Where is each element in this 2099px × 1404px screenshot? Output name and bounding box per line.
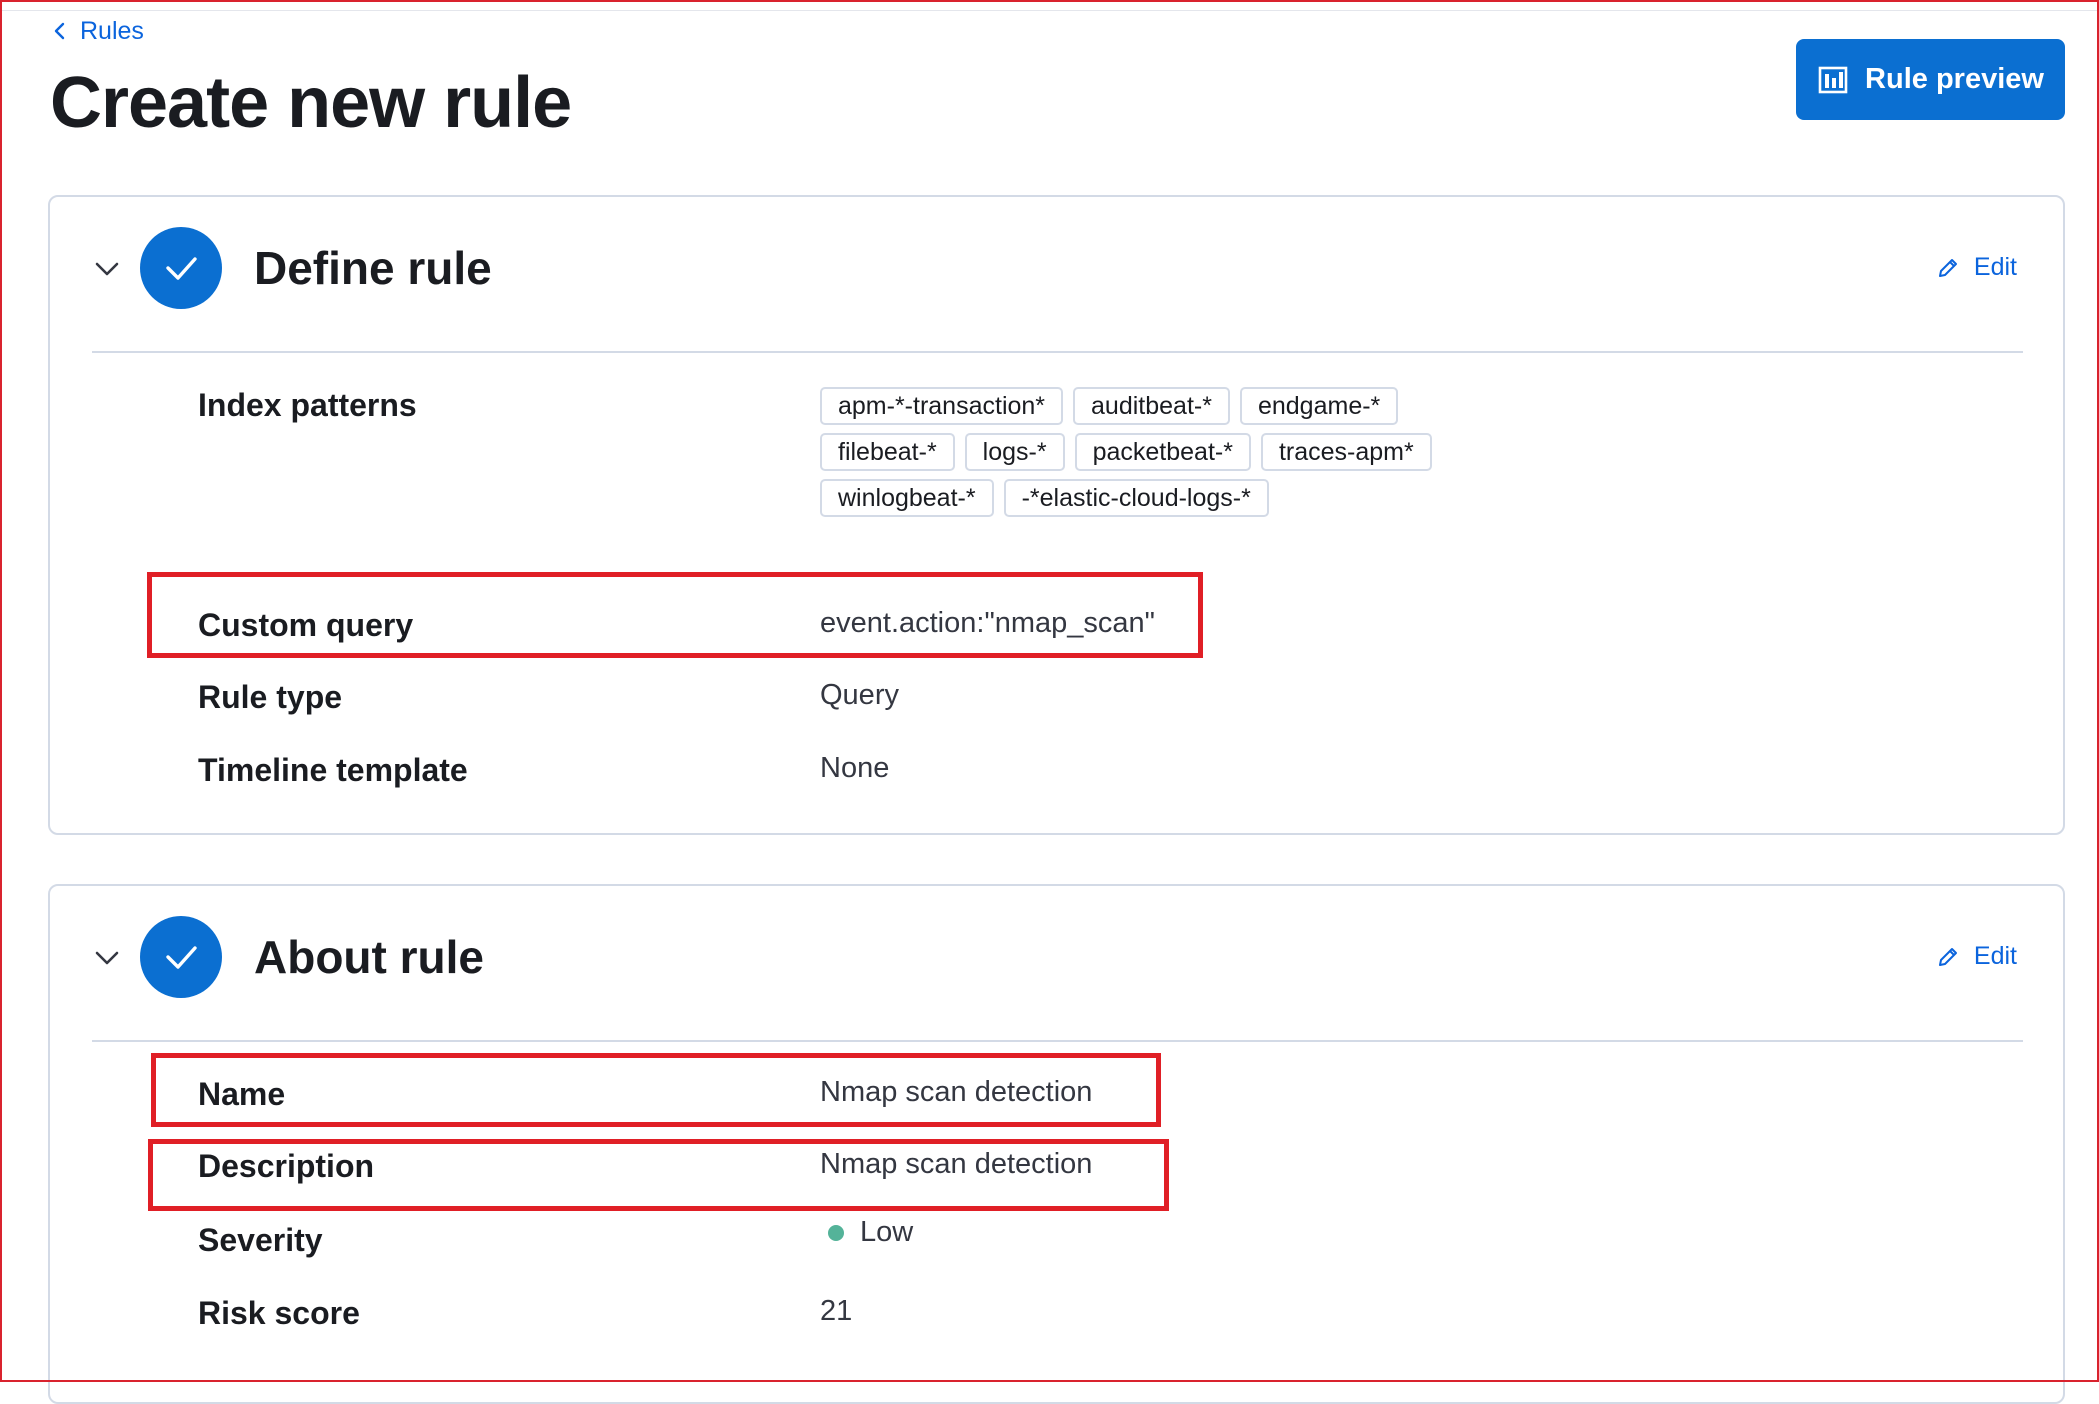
define-rule-title: Define rule: [254, 242, 492, 294]
custom-query-row: Custom query event.action:"nmap_scan": [198, 607, 2023, 647]
define-rule-panel: Define rule Edit Index patterns apm-*-tr…: [48, 195, 2065, 835]
step-complete-indicator: [140, 916, 222, 998]
edit-label: Edit: [1973, 253, 2017, 281]
index-pattern-badge: traces-apm*: [1260, 433, 1432, 471]
index-pattern-badge: filebeat-*: [820, 433, 955, 471]
timeline-template-row: Timeline template None: [198, 752, 2023, 792]
index-patterns-list: apm-*-transaction* auditbeat-* endgame-*…: [820, 387, 1440, 517]
pencil-icon: [1938, 258, 1957, 277]
severity-value-wrap: Low: [828, 1216, 913, 1249]
name-value: Nmap scan detection: [820, 1076, 1093, 1108]
chart-preview-icon: [1818, 66, 1848, 93]
index-pattern-badge: packetbeat-*: [1074, 433, 1251, 471]
page-title: Create new rule: [50, 63, 572, 143]
breadcrumb-label[interactable]: Rules: [80, 17, 144, 46]
panel-divider: [92, 1040, 2023, 1042]
check-icon: [166, 946, 197, 969]
risk-score-row: Risk score 21: [198, 1295, 2023, 1335]
define-rule-edit-button[interactable]: Edit: [1936, 253, 2017, 282]
name-row: Name Nmap scan detection: [198, 1076, 2023, 1116]
rule-preview-button[interactable]: Rule preview: [1796, 39, 2065, 120]
description-row: Description Nmap scan detection: [198, 1148, 2023, 1188]
risk-score-value: 21: [820, 1295, 853, 1327]
about-rule-header: About rule Edit: [50, 886, 2063, 1041]
description-value: Nmap scan detection: [820, 1148, 1093, 1180]
about-rule-edit-button[interactable]: Edit: [1936, 942, 2017, 971]
index-pattern-badge: -*elastic-cloud-logs-*: [1003, 479, 1269, 517]
top-border: [0, 0, 2099, 11]
name-label: Name: [198, 1076, 286, 1112]
index-pattern-badge: endgame-*: [1239, 387, 1399, 425]
index-patterns-row: Index patterns apm-*-transaction* auditb…: [198, 387, 2023, 567]
risk-score-label: Risk score: [198, 1295, 360, 1331]
step-complete-indicator: [140, 227, 222, 309]
severity-value: Low: [860, 1216, 914, 1248]
breadcrumb-rules[interactable]: Rules: [50, 14, 144, 48]
index-pattern-badge: logs-*: [964, 433, 1065, 471]
chevron-down-icon[interactable]: [92, 943, 122, 973]
severity-dot-icon: [828, 1225, 844, 1242]
custom-query-value: event.action:"nmap_scan": [820, 607, 1155, 639]
check-icon: [166, 257, 197, 280]
custom-query-label: Custom query: [198, 607, 414, 643]
index-pattern-badge: apm-*-transaction*: [820, 387, 1064, 425]
chevron-down-icon[interactable]: [92, 254, 122, 284]
edit-label: Edit: [1973, 942, 2017, 970]
severity-row: Severity Low: [198, 1216, 2023, 1262]
index-pattern-badge: winlogbeat-*: [820, 479, 994, 517]
description-label: Description: [198, 1148, 375, 1184]
rule-type-row: Rule type Query: [198, 679, 2023, 719]
panel-divider: [92, 351, 2023, 353]
arrow-left-icon: [54, 22, 65, 40]
about-rule-title: About rule: [254, 931, 484, 983]
index-pattern-badge: auditbeat-*: [1073, 387, 1230, 425]
severity-label: Severity: [198, 1222, 323, 1258]
rule-type-value: Query: [820, 679, 899, 711]
index-patterns-label: Index patterns: [198, 387, 417, 423]
timeline-template-label: Timeline template: [198, 752, 468, 788]
pencil-icon: [1938, 947, 1957, 966]
rule-type-label: Rule type: [198, 679, 343, 715]
about-rule-panel: About rule Edit Name Nmap scan detection…: [48, 884, 2065, 1404]
define-rule-header: Define rule Edit: [50, 197, 2063, 352]
timeline-template-value: None: [820, 752, 890, 784]
rule-preview-label: Rule preview: [1865, 63, 2044, 95]
